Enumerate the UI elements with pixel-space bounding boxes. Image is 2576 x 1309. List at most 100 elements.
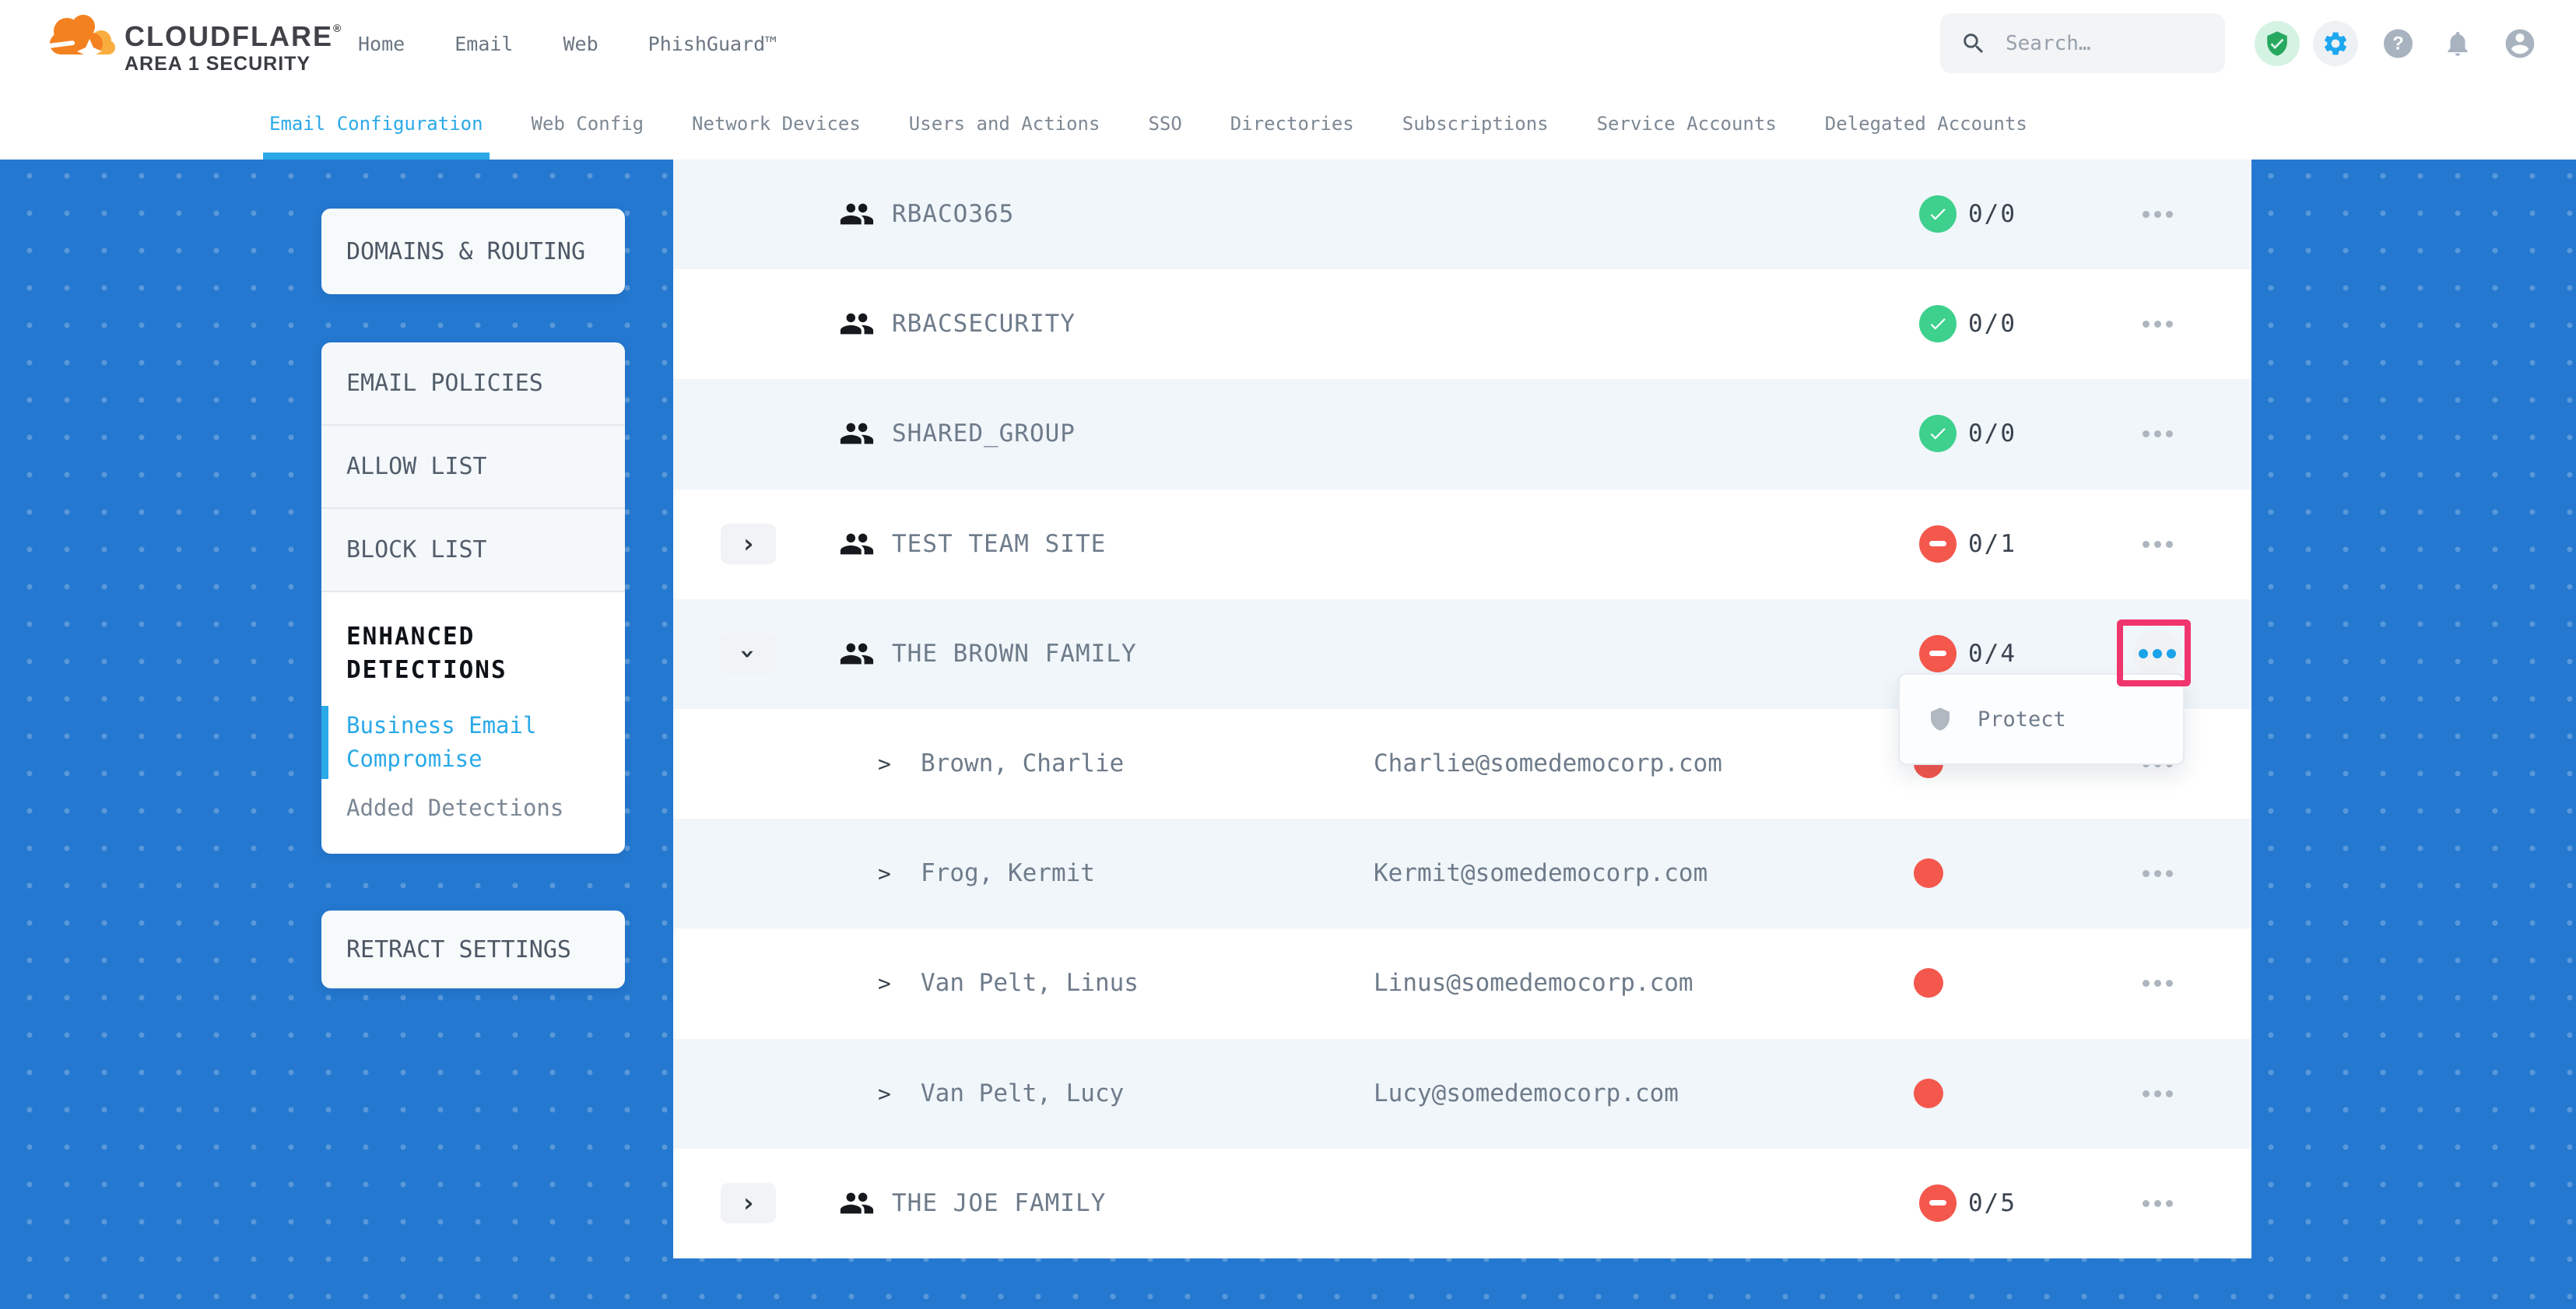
top-header: CLOUDFLARE® AREA 1 SECURITY Home Email W…	[0, 0, 2576, 87]
sidebar-item-enhanced-detections[interactable]: ENHANCED DETECTIONS	[346, 620, 533, 687]
tab-sso[interactable]: SSO	[1148, 87, 1181, 160]
nav-item-web[interactable]: Web	[563, 33, 598, 55]
protection-count: 0/0	[1968, 160, 2016, 269]
expand-row-button[interactable]: ›	[721, 1183, 776, 1223]
group-name: SHARED_GROUP	[892, 379, 1076, 489]
group-icon	[839, 636, 875, 672]
row-menu-button[interactable]	[2133, 410, 2181, 458]
help-button[interactable]: ?	[2384, 30, 2413, 58]
search-bar[interactable]	[1940, 13, 2225, 73]
account-button[interactable]	[2503, 26, 2537, 61]
table-row-member[interactable]: > Van Pelt, Linus Linus@somedemocorp.com	[673, 928, 2251, 1038]
sidebar-item-domains-routing[interactable]: DOMAINS & ROUTING	[321, 209, 625, 294]
chevron-right-icon: >	[878, 928, 891, 1038]
sidebar-item-business-email-compromise[interactable]: Business Email Compromise	[346, 709, 595, 776]
tab-users-and-actions[interactable]: Users and Actions	[909, 87, 1100, 160]
registered-mark: ®	[333, 22, 342, 34]
status-blocked-badge	[1919, 1184, 1957, 1222]
sidebar-enhanced-detections-section: ENHANCED DETECTIONS Business Email Compr…	[321, 592, 625, 854]
chevron-right-icon: >	[878, 819, 891, 928]
tab-subscriptions[interactable]: Subscriptions	[1402, 87, 1549, 160]
sidebar-label: RETRACT SETTINGS	[346, 936, 571, 963]
check-icon	[1928, 423, 1948, 444]
nav-item-home[interactable]: Home	[358, 33, 405, 55]
row-menu-button[interactable]	[2133, 191, 2181, 239]
highlight-annotation	[2117, 619, 2191, 686]
sidebar-item-allow-list[interactable]: ALLOW LIST	[321, 426, 625, 509]
protection-count: 0/1	[1968, 490, 2016, 599]
tab-web-config[interactable]: Web Config	[532, 87, 644, 160]
search-icon	[1960, 30, 1987, 57]
group-icon	[839, 526, 875, 562]
chevron-right-icon: ›	[740, 1190, 756, 1216]
context-menu-item-protect[interactable]: Protect	[1978, 707, 2066, 732]
settings-button[interactable]	[2313, 21, 2358, 66]
cloudflare-cloud-icon	[47, 9, 118, 61]
member-email: Kermit@somedemocorp.com	[1374, 819, 1707, 928]
cloudflare-logo: CLOUDFLARE® AREA 1 SECURITY	[47, 6, 311, 81]
check-icon	[1928, 204, 1948, 224]
nav-item-phishguard[interactable]: PhishGuard™	[648, 33, 777, 55]
table-row-group[interactable]: › TEST TEAM SITE 0/1	[673, 490, 2251, 599]
member-name: Brown, Charlie	[921, 709, 1124, 819]
status-blocked-badge	[1919, 525, 1957, 563]
member-name: Van Pelt, Lucy	[921, 1039, 1124, 1149]
table-row-group[interactable]: SHARED_GROUP 0/0	[673, 379, 2251, 489]
tab-service-accounts[interactable]: Service Accounts	[1597, 87, 1777, 160]
groups-table: RBACO365 0/0 RBACSECURITY 0/0 SHARED_GRO…	[673, 160, 2251, 1258]
protection-count: 0/0	[1968, 269, 2016, 379]
status-blocked-dot	[1914, 858, 1943, 888]
tab-email-configuration[interactable]: Email Configuration	[269, 87, 483, 160]
row-menu-button[interactable]	[2133, 300, 2181, 349]
group-name: TEST TEAM SITE	[892, 490, 1106, 599]
status-ok-badge	[1919, 415, 1957, 452]
sidebar-label: DOMAINS & ROUTING	[346, 238, 585, 265]
sidebar-label: BLOCK LIST	[346, 536, 487, 563]
status-blocked-badge	[1919, 635, 1957, 672]
sidebar-item-email-policies[interactable]: EMAIL POLICIES	[321, 342, 625, 426]
chevron-right-icon: ›	[740, 531, 756, 557]
table-row-group[interactable]: RBACO365 0/0	[673, 160, 2251, 269]
tab-directories[interactable]: Directories	[1230, 87, 1354, 160]
table-row-group[interactable]: › THE JOE FAMILY 0/5	[673, 1149, 2251, 1258]
primary-nav: Home Email Web PhishGuard™	[358, 0, 777, 87]
sidebar-item-block-list[interactable]: BLOCK LIST	[321, 509, 625, 592]
chevron-right-icon: >	[878, 709, 891, 819]
table-row-member[interactable]: > Van Pelt, Lucy Lucy@somedemocorp.com	[673, 1039, 2251, 1149]
row-menu-button[interactable]	[2133, 520, 2181, 568]
row-menu-button[interactable]	[2133, 850, 2181, 898]
table-row-member[interactable]: > Frog, Kermit Kermit@somedemocorp.com	[673, 819, 2251, 928]
table-row-group[interactable]: RBACSECURITY 0/0	[673, 269, 2251, 379]
protection-status-button[interactable]	[2255, 21, 2300, 66]
collapse-row-button[interactable]: ›	[721, 633, 776, 674]
row-menu-button[interactable]	[2133, 1069, 2181, 1118]
nav-item-email[interactable]: Email	[454, 33, 513, 55]
minus-icon	[1929, 1200, 1946, 1205]
chevron-right-icon: >	[878, 1039, 891, 1149]
row-menu-button[interactable]	[2133, 1179, 2181, 1227]
section-tabs: Email Configuration Web Config Network D…	[0, 87, 2576, 160]
member-email: Linus@somedemocorp.com	[1374, 928, 1693, 1038]
tab-network-devices[interactable]: Network Devices	[692, 87, 861, 160]
group-name: THE JOE FAMILY	[892, 1149, 1106, 1258]
search-input[interactable]	[2004, 31, 2202, 56]
status-blocked-dot	[1914, 1079, 1943, 1108]
sidebar-item-added-detections[interactable]: Added Detections	[346, 795, 603, 821]
brand-subtitle: AREA 1 SECURITY	[125, 53, 311, 75]
notifications-button[interactable]	[2443, 29, 2472, 58]
expand-row-button[interactable]: ›	[721, 524, 776, 564]
sidebar-item-retract-settings[interactable]: RETRACT SETTINGS	[321, 911, 625, 988]
tab-delegated-accounts[interactable]: Delegated Accounts	[1825, 87, 2027, 160]
context-menu: Protect	[1898, 673, 2185, 765]
group-icon	[839, 196, 875, 232]
group-icon	[839, 416, 875, 451]
bell-icon	[2443, 29, 2472, 58]
sidebar-label: ALLOW LIST	[346, 453, 487, 480]
group-icon	[839, 1185, 875, 1221]
protection-count: 0/5	[1968, 1149, 2016, 1258]
group-icon	[839, 306, 875, 342]
group-name: THE BROWN FAMILY	[892, 599, 1137, 709]
row-menu-button[interactable]	[2133, 960, 2181, 1008]
member-name: Frog, Kermit	[921, 819, 1095, 928]
check-icon	[1928, 314, 1948, 334]
